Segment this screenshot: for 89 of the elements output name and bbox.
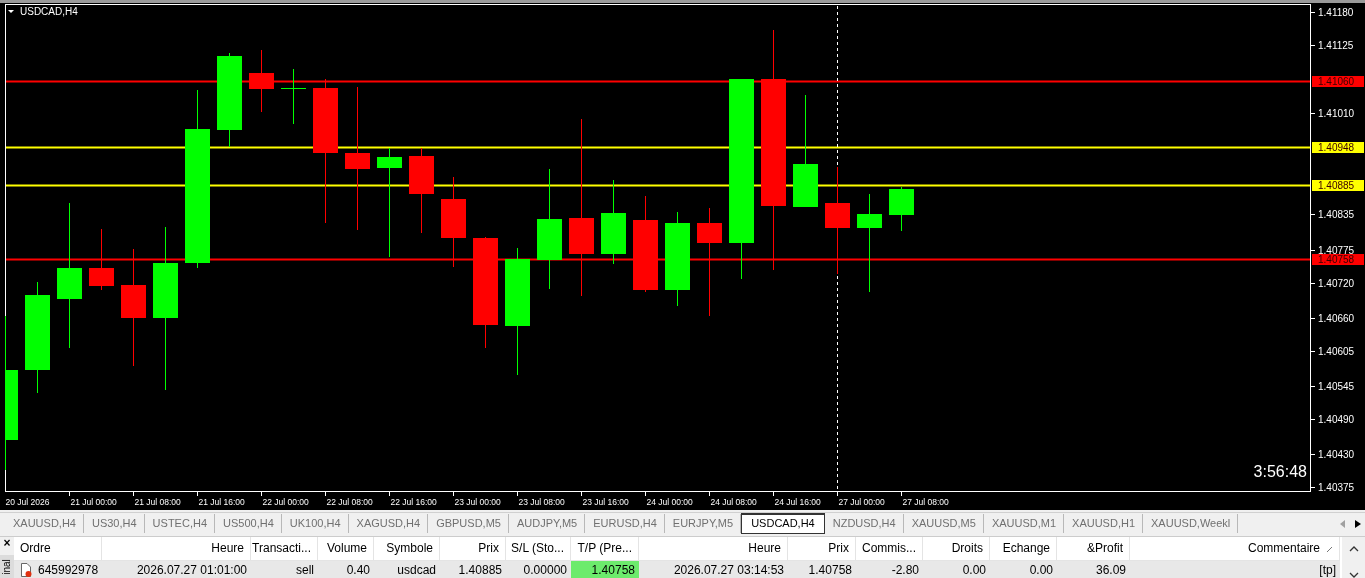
dropdown-icon[interactable] xyxy=(8,10,14,13)
candle xyxy=(280,68,307,125)
table-cell: 36.09 xyxy=(1057,561,1130,578)
time-axis-label: 27 Jul 00:00 xyxy=(838,497,885,507)
price-axis-label: 1.41180 xyxy=(1318,6,1354,18)
time-axis-label: 21 Jul 00:00 xyxy=(70,497,117,507)
time-axis-label: 20 Jul 2026 xyxy=(5,497,50,507)
price-axis-label: 1.40720 xyxy=(1318,277,1355,289)
column-header[interactable]: Droits xyxy=(923,537,990,561)
price-axis-label: 1.40375 xyxy=(1318,481,1355,493)
price-axis-label: 1.40660 xyxy=(1318,312,1355,324)
column-header[interactable]: Prix xyxy=(788,537,856,561)
table-cell: 1.40758 xyxy=(788,561,856,578)
table-cell: 2026.07.27 01:01:00 xyxy=(102,561,251,578)
table-cell: -2.80 xyxy=(856,561,923,578)
chart-title: USDCAD,H4 xyxy=(20,6,78,17)
time-axis-label: 23 Jul 08:00 xyxy=(518,497,565,507)
column-header[interactable]: Commis... xyxy=(856,537,923,561)
table-cell: 0.00 xyxy=(990,561,1057,578)
table-cell: [tp] xyxy=(1130,561,1340,578)
chart-tab[interactable]: US500,H4 xyxy=(215,514,282,533)
price-tag: 1.41060 xyxy=(1312,76,1364,87)
chart-tab[interactable]: NZDUSD,H4 xyxy=(824,514,904,533)
table-cell: 645992978 xyxy=(14,561,102,578)
column-header[interactable]: Heure xyxy=(102,537,251,561)
table-cell: 1.40758 xyxy=(571,561,639,578)
time-axis-label: 24 Jul 16:00 xyxy=(774,497,821,507)
scroll-down-icon[interactable] xyxy=(1348,572,1359,578)
table-cell: usdcad xyxy=(374,561,440,578)
chart-tab[interactable]: XAGUSD,H4 xyxy=(348,514,429,533)
candle xyxy=(89,228,114,291)
column-header[interactable]: &Profit xyxy=(1057,537,1130,561)
chart-tab[interactable]: EURUSD,H4 xyxy=(585,514,665,533)
time-axis-label: 27 Jul 08:00 xyxy=(902,497,949,507)
chart-tab[interactable]: XAUUSD,Weekl xyxy=(1143,514,1239,533)
panel-title: inal xyxy=(2,559,12,575)
price-tag: 1.40885 xyxy=(1312,180,1364,191)
candle xyxy=(889,186,914,232)
chart-tab[interactable]: XAUUSD,M5 xyxy=(903,514,984,533)
close-button[interactable]: × xyxy=(3,537,11,549)
price-axis-label: 1.40490 xyxy=(1318,413,1355,425)
scroll-up-icon[interactable] xyxy=(1348,545,1359,552)
chart-tab[interactable]: XAUUSD,M1 xyxy=(983,514,1065,533)
price-axis-label: 1.41125 xyxy=(1318,39,1354,51)
table-cell: 0.40 xyxy=(318,561,374,578)
price-axis-label: 1.40835 xyxy=(1318,208,1355,220)
column-header[interactable]: Volume xyxy=(318,537,374,561)
column-header[interactable]: Prix xyxy=(440,537,506,561)
column-header[interactable]: Symbole xyxy=(374,537,440,561)
time-axis-label: 21 Jul 16:00 xyxy=(198,497,245,507)
column-header[interactable]: Transacti... xyxy=(251,537,318,561)
price-axis-label: 1.40775 xyxy=(1318,244,1355,256)
chart-tab[interactable]: USTEC,H4 xyxy=(144,514,215,533)
candle-timer: 3:56:48 xyxy=(1253,463,1307,480)
column-header[interactable]: Ordre xyxy=(14,537,102,561)
table-cell: 0.00000 xyxy=(506,561,571,578)
time-axis-label: 23 Jul 16:00 xyxy=(582,497,629,507)
column-header[interactable]: S/L (Sto... xyxy=(506,537,571,561)
order-icon xyxy=(20,563,32,577)
scroll-right-icon[interactable] xyxy=(1354,519,1361,528)
chart-tab[interactable]: AUDJPY,M5 xyxy=(508,514,586,533)
chart-tab[interactable]: USDCAD,H4 xyxy=(741,513,825,534)
time-axis-label: 21 Jul 08:00 xyxy=(134,497,181,507)
chart-tab[interactable]: UK100,H4 xyxy=(281,514,349,533)
column-header[interactable]: Commentaire xyxy=(1130,537,1340,561)
price-axis-label: 1.40605 xyxy=(1318,345,1355,357)
time-axis-label: 24 Jul 08:00 xyxy=(710,497,757,507)
table-cell: sell xyxy=(251,561,318,578)
table-cell: 1.40885 xyxy=(440,561,506,578)
column-header[interactable]: T/P (Pre... xyxy=(571,537,639,561)
price-tag: 1.40758 xyxy=(1312,254,1364,265)
time-axis-label: 22 Jul 08:00 xyxy=(326,497,373,507)
price-tag: 1.40948 xyxy=(1312,142,1364,153)
chart-tab[interactable]: XAUUSD,H1 xyxy=(1064,514,1144,533)
table-cell: 2026.07.27 03:14:53 xyxy=(639,561,788,578)
time-axis-label: 22 Jul 00:00 xyxy=(262,497,309,507)
candle xyxy=(249,49,274,113)
price-axis-label: 1.40545 xyxy=(1318,380,1355,392)
chart-tab[interactable]: GBPUSD,M5 xyxy=(428,514,509,533)
price-axis-label: 1.40430 xyxy=(1318,448,1355,460)
chart-tab[interactable]: XAUUSD,H4 xyxy=(5,514,84,533)
table-cell: 0.00 xyxy=(923,561,990,578)
chart-tab[interactable]: US30,H4 xyxy=(83,514,145,533)
price-axis-label: 1.41010 xyxy=(1318,107,1355,119)
time-axis-label: 23 Jul 00:00 xyxy=(454,497,501,507)
column-header[interactable]: Echange xyxy=(990,537,1057,561)
column-header[interactable]: Heure xyxy=(639,537,788,561)
time-axis-label: 22 Jul 16:00 xyxy=(390,497,437,507)
time-axis-label: 24 Jul 00:00 xyxy=(646,497,693,507)
